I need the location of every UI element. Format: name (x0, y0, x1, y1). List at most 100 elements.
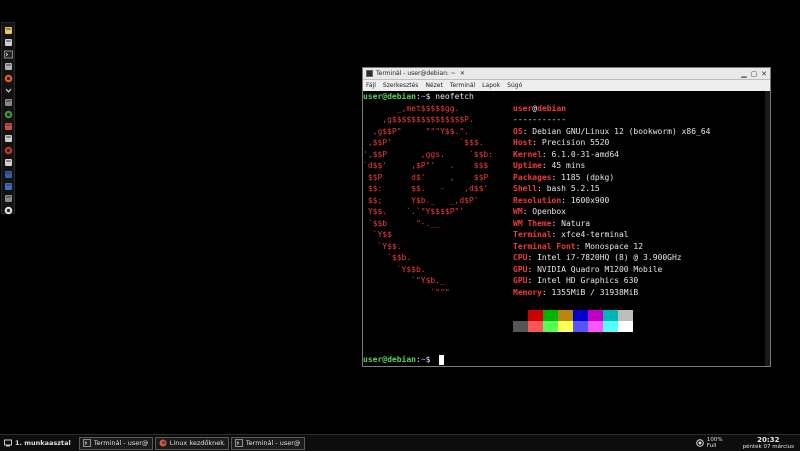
info-row: Kernel: 6.1.0-31-amd64 (513, 149, 619, 161)
info-row: Terminal: xfce4-terminal (513, 229, 629, 241)
info-row: Packages: 1185 (dpkg) (513, 172, 614, 184)
menu-item[interactable]: Terminál (450, 82, 475, 89)
user-icon[interactable] (3, 26, 13, 35)
info-colon: : (575, 241, 586, 251)
info-value: 1355MiB / 31938MiB (551, 287, 639, 297)
info-value: Natura (561, 218, 591, 228)
ascii-logo-line: _,met$$$$$gg. (363, 103, 460, 113)
menu-item[interactable]: Nézet (425, 82, 442, 89)
palette-swatch (558, 320, 573, 332)
menu-item[interactable]: Súgó (507, 82, 522, 89)
taskbar: 1. munkaasztal Terminál - user@... Linux … (0, 434, 800, 451)
preferences-icon[interactable] (3, 62, 13, 71)
info-value: NVIDIA Quadro M1200 Mobile (537, 264, 663, 274)
chevron-down-icon[interactable] (3, 86, 13, 95)
taskbar-task-button[interactable]: Terminál - user@... (78, 436, 153, 450)
window-titlebar[interactable]: Terminál - user@debian: ~ ✕ ▁ ▢ ✕ (363, 68, 770, 80)
palette-swatch (528, 320, 543, 332)
info-key: WM Theme (513, 218, 552, 228)
terminal-icon[interactable] (3, 50, 13, 59)
prompt-user: user@debian (363, 92, 416, 101)
info-colon: : (541, 149, 552, 159)
info-colon: : (522, 207, 533, 216)
ascii-logo-line: `"Y$b._ (363, 276, 445, 285)
scrollbar[interactable] (765, 91, 770, 366)
info-row: Shell: bash 5.2.15 (513, 183, 600, 195)
menu-item[interactable]: Lapok (482, 82, 500, 89)
calendar-icon[interactable] (3, 158, 13, 167)
settings-icon[interactable] (3, 98, 13, 107)
info-row: GPU: Intel HD Graphics 630 (513, 275, 638, 287)
menu-item[interactable]: Szerkesztés (383, 82, 419, 89)
info-colon: : (527, 264, 538, 274)
archive-icon[interactable] (3, 134, 13, 143)
info-key: GPU (513, 276, 528, 285)
palette-swatch (543, 320, 558, 332)
mail-icon[interactable] (3, 122, 13, 131)
help-icon[interactable] (3, 146, 13, 155)
palette-swatch (543, 309, 558, 321)
info-row: OS: Debian GNU/Linux 12 (bookworm) x86_6… (513, 126, 711, 138)
battery-status: Full (706, 443, 717, 449)
left-launcher-panel (1, 22, 15, 215)
ascii-logo-line: ,g$$$$$$$$$$$$$$$P. (363, 115, 474, 124)
palette-swatch (513, 320, 528, 332)
info-key: Terminal Font (513, 241, 576, 251)
info-colon: : (541, 161, 552, 170)
info-value: 1185 (dpkg) (561, 172, 615, 182)
battery-indicator[interactable]: 100% Full (696, 437, 723, 449)
info-value: Precision 5520 (541, 138, 610, 147)
taskbar-task-button[interactable]: Linux kezdőknek... (154, 436, 229, 450)
battery-icon (696, 439, 704, 447)
ascii-logo-line: Y$$. `.`"Y$$$$P"' (363, 207, 465, 216)
info-key: Packages (513, 172, 552, 182)
prompt-user: user@debian (363, 355, 416, 364)
taskbar-task-button[interactable]: Terminál - user@... (230, 436, 305, 450)
palette-swatch (603, 320, 618, 332)
network-icon[interactable] (3, 110, 13, 119)
info-key: Resolution (513, 195, 562, 205)
ascii-logo-line: $$; Y$b._ _,d$P' (363, 195, 479, 205)
info-value: Intel HD Graphics 630 (537, 276, 639, 285)
workspace-switcher[interactable]: 1. munkaasztal (2, 437, 77, 450)
drive-icon[interactable] (3, 194, 13, 203)
firefox-icon (159, 439, 167, 447)
info-value: Openbox (532, 207, 566, 216)
files-icon[interactable] (3, 38, 13, 47)
screenshot-icon[interactable] (3, 170, 13, 179)
info-row: GPU: NVIDIA Quadro M1200 Mobile (513, 264, 662, 276)
info-row: Memory: 1355MiB / 31938MiB (513, 287, 638, 299)
ascii-logo-line: `Y$$. (363, 241, 402, 251)
info-colon: : (551, 230, 562, 239)
terminal-output[interactable]: user@debian:~$ neofetch _,met$$$$$gg. ,g… (363, 91, 770, 366)
display-icon[interactable] (3, 182, 13, 191)
minimize-icon[interactable]: ▁ (740, 70, 748, 78)
info-key: OS (513, 126, 523, 136)
info-key: GPU (513, 264, 528, 274)
palette-swatch (588, 320, 603, 332)
info-row: Uptime: 45 mins (513, 160, 585, 172)
info-value: Intel i7-7820HQ (8) @ 3.900GHz (537, 253, 682, 262)
ascii-logo-line: `Y$$b. (363, 264, 426, 274)
info-colon: : (561, 195, 571, 205)
menu-item[interactable]: Fájl (366, 82, 376, 89)
close-tab-icon[interactable]: ✕ (460, 70, 465, 77)
prompt-line: user@debian:~$ neofetch (363, 91, 474, 103)
clock-icon[interactable] (3, 206, 13, 215)
info-key: CPU (513, 253, 528, 262)
info-row: Host: Precision 5520 (513, 137, 609, 149)
terminal-window[interactable]: Terminál - user@debian: ~ ✕ ▁ ▢ ✕ Fájl Sz… (362, 67, 771, 367)
clock[interactable]: 20:32 péntek 07 március (743, 436, 794, 450)
firefox-icon[interactable] (3, 74, 13, 83)
info-key: WM (513, 207, 523, 216)
info-value: xfce4-terminal (561, 230, 629, 239)
palette-swatch (528, 309, 543, 321)
maximize-icon[interactable]: ▢ (750, 70, 758, 78)
close-icon[interactable]: ✕ (760, 70, 768, 78)
ascii-logo-line: `$$b. (363, 253, 412, 262)
workspace-icon (4, 439, 12, 447)
info-colon: : (522, 126, 533, 136)
info-value: Monospace 12 (585, 241, 644, 251)
ascii-logo-line: `Y$$ (363, 230, 392, 239)
info-key: Kernel (513, 149, 542, 159)
